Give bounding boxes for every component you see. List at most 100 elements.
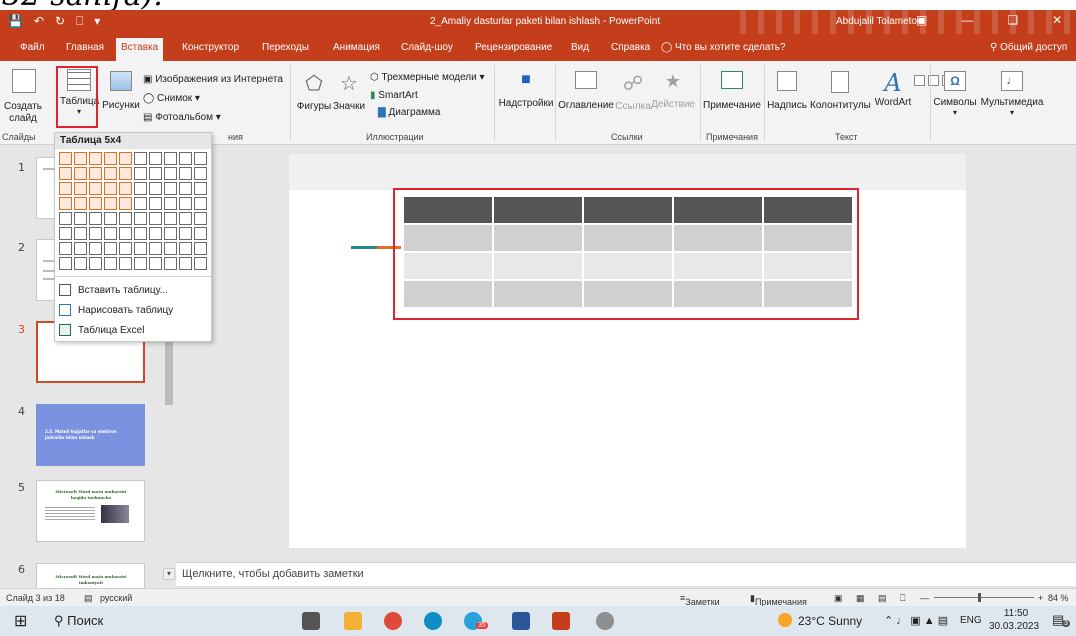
- grid-cell[interactable]: [74, 227, 87, 240]
- grid-cell[interactable]: [134, 242, 147, 255]
- grid-cell[interactable]: [164, 182, 177, 195]
- grid-cell[interactable]: [119, 257, 132, 270]
- tab-slideshow[interactable]: Слайд-шоу: [401, 42, 453, 53]
- grid-cell[interactable]: [164, 227, 177, 240]
- grid-cell[interactable]: [179, 182, 192, 195]
- grid-cell[interactable]: [74, 152, 87, 165]
- grid-cell[interactable]: [179, 212, 192, 225]
- grid-cell[interactable]: [74, 242, 87, 255]
- clock-date[interactable]: 30.03.2023: [988, 621, 1040, 632]
- save-icon[interactable]: 💾: [8, 14, 23, 29]
- windows-start-icon[interactable]: ⊞: [14, 611, 27, 631]
- grid-cell[interactable]: [149, 212, 162, 225]
- grid-cell[interactable]: [74, 182, 87, 195]
- spelling-icon[interactable]: ▤: [84, 593, 93, 604]
- grid-cell[interactable]: [179, 227, 192, 240]
- file-explorer-icon[interactable]: [344, 612, 362, 630]
- grid-cell[interactable]: [164, 242, 177, 255]
- grid-cell[interactable]: [164, 197, 177, 210]
- grid-cell[interactable]: [194, 152, 207, 165]
- grid-cell[interactable]: [179, 197, 192, 210]
- restore-icon[interactable]: ❏: [1007, 13, 1018, 27]
- grid-cell[interactable]: [89, 257, 102, 270]
- grid-cell[interactable]: [74, 167, 87, 180]
- search-box[interactable]: ⚲ Поиск: [54, 613, 103, 629]
- grid-cell[interactable]: [104, 152, 117, 165]
- powerpoint-icon[interactable]: [552, 612, 570, 630]
- zoom-out-button[interactable]: —: [920, 593, 929, 603]
- draw-table-item[interactable]: Нарисовать таблицу: [59, 301, 173, 319]
- addins-button[interactable]: ■ Надстройки: [497, 71, 555, 109]
- grid-cell[interactable]: [149, 152, 162, 165]
- grid-cell[interactable]: [89, 152, 102, 165]
- grid-cell[interactable]: [149, 167, 162, 180]
- table-size-grid[interactable]: [59, 152, 207, 270]
- close-icon[interactable]: ✕: [1052, 13, 1062, 27]
- grid-cell[interactable]: [59, 152, 72, 165]
- slideshow-view-icon[interactable]: ⎕: [900, 593, 905, 604]
- grid-cell[interactable]: [194, 242, 207, 255]
- grid-cell[interactable]: [119, 197, 132, 210]
- grid-cell[interactable]: [89, 242, 102, 255]
- grid-cell[interactable]: [59, 182, 72, 195]
- zoom-level[interactable]: 84 %: [1048, 593, 1069, 603]
- grid-cell[interactable]: [179, 257, 192, 270]
- zoom-button[interactable]: Оглавление: [557, 71, 615, 111]
- input-language[interactable]: ENG: [960, 615, 982, 626]
- comments-toggle-button[interactable]: ▮ Примечания: [750, 593, 807, 607]
- new-slide-button[interactable]: [4, 69, 44, 96]
- grid-cell[interactable]: [149, 257, 162, 270]
- grid-cell[interactable]: [164, 212, 177, 225]
- grid-cell[interactable]: [134, 227, 147, 240]
- task-view-icon[interactable]: [302, 612, 320, 630]
- online-pictures-button[interactable]: ▣ Изображения из Интернета: [143, 74, 283, 85]
- share-button[interactable]: ⚲ Общий доступ: [990, 42, 1067, 53]
- grid-cell[interactable]: [104, 227, 117, 240]
- grid-cell[interactable]: [194, 167, 207, 180]
- grid-cell[interactable]: [149, 227, 162, 240]
- grid-cell[interactable]: [134, 152, 147, 165]
- chrome-icon[interactable]: [384, 612, 402, 630]
- action-button[interactable]: ★ Действие: [651, 71, 695, 110]
- grid-cell[interactable]: [104, 182, 117, 195]
- smartart-button[interactable]: ▮ SmartArt: [370, 90, 418, 101]
- grid-cell[interactable]: [74, 257, 87, 270]
- slide-thumbnail-5[interactable]: Microsoft Word matn muharriri haqida tus…: [36, 480, 145, 542]
- tab-insert[interactable]: Вставка: [116, 38, 164, 61]
- notes-collapse-icon[interactable]: ▾: [163, 568, 175, 580]
- tab-view[interactable]: Вид: [571, 42, 589, 53]
- undo-icon[interactable]: ↶: [34, 14, 44, 29]
- grid-cell[interactable]: [179, 242, 192, 255]
- grid-cell[interactable]: [59, 167, 72, 180]
- tab-transitions[interactable]: Переходы: [262, 42, 309, 53]
- ribbon-display-icon[interactable]: ▣: [916, 13, 927, 27]
- paint-icon[interactable]: [596, 612, 614, 630]
- reading-view-icon[interactable]: ▤: [878, 593, 887, 604]
- redo-icon[interactable]: ↻: [55, 14, 65, 29]
- grid-cell[interactable]: [149, 197, 162, 210]
- link-button[interactable]: ☍ Ссылка: [615, 71, 651, 112]
- grid-cell[interactable]: [134, 167, 147, 180]
- symbols-button[interactable]: Ω Символы ▾: [931, 71, 979, 117]
- tab-file[interactable]: Файл: [20, 42, 45, 53]
- grid-cell[interactable]: [194, 182, 207, 195]
- grid-cell[interactable]: [119, 242, 132, 255]
- sorter-view-icon[interactable]: ▦: [856, 593, 865, 604]
- grid-cell[interactable]: [119, 182, 132, 195]
- grid-cell[interactable]: [179, 167, 192, 180]
- grid-cell[interactable]: [134, 257, 147, 270]
- tab-review[interactable]: Рецензирование: [475, 42, 552, 53]
- grid-cell[interactable]: [104, 197, 117, 210]
- notes-pane[interactable]: Щелкните, чтобы добавить заметки: [176, 562, 1076, 586]
- media-button[interactable]: ♩ Мультимедиа ▾: [980, 71, 1044, 117]
- weather-text[interactable]: 23°C Sunny: [798, 614, 862, 628]
- excel-table-item[interactable]: Таблица Excel: [59, 321, 144, 339]
- zoom-in-button[interactable]: +: [1038, 593, 1043, 603]
- screenshot-button[interactable]: ◯ Снимок ▾: [143, 93, 200, 104]
- clock-time[interactable]: 11:50: [996, 608, 1036, 619]
- grid-cell[interactable]: [89, 197, 102, 210]
- grid-cell[interactable]: [119, 152, 132, 165]
- 3d-models-button[interactable]: ⬡ Трехмерные модели ▾: [370, 72, 485, 83]
- grid-cell[interactable]: [74, 212, 87, 225]
- customize-qat-icon[interactable]: ▾: [94, 14, 100, 29]
